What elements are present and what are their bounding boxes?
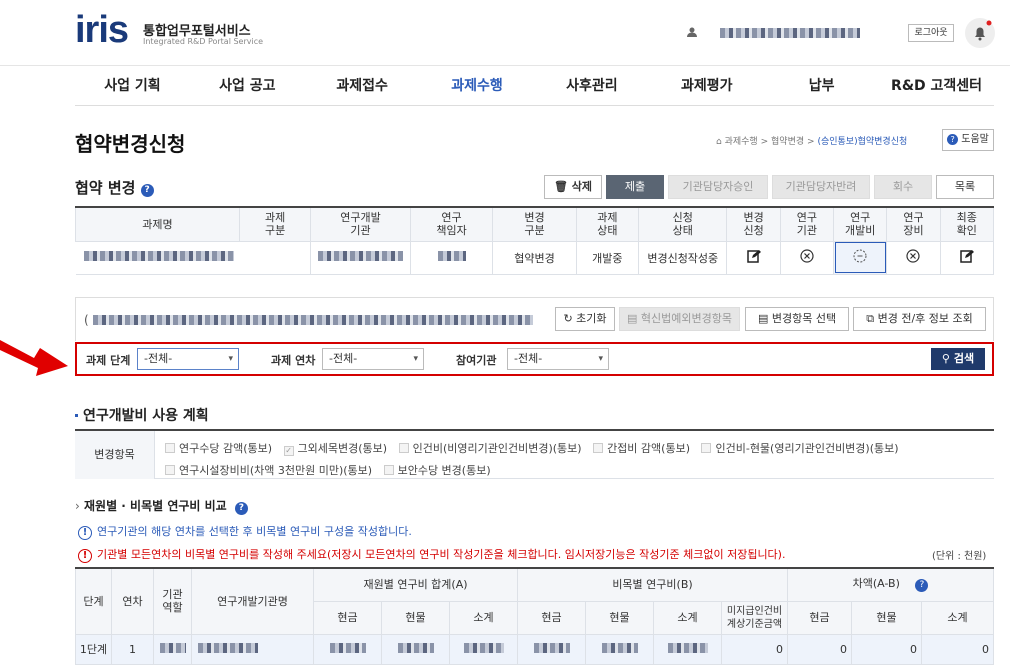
nav-item-notice[interactable]: 사업 공고: [190, 66, 305, 105]
help-icon: ?: [947, 134, 959, 145]
user-icon: [686, 26, 698, 38]
task-info-blurred: (: [84, 313, 533, 327]
checkbox-checked[interactable]: ✓ 그외세목변경(통보): [283, 442, 387, 456]
nav-item-plan[interactable]: 사업 기획: [75, 66, 190, 105]
delete-button[interactable]: 🗑 삭제: [544, 175, 602, 199]
unit-label: (단위 : 천원): [932, 551, 987, 562]
year-select[interactable]: -전체-: [322, 348, 424, 370]
home-icon[interactable]: ⌂: [716, 137, 722, 147]
list-button[interactable]: 목록: [936, 175, 994, 199]
submit-button[interactable]: 제출: [606, 175, 664, 199]
info-text-1: ! 연구기관의 해당 연차를 선택한 후 비목별 연구비 구성을 작성합니다.: [78, 523, 412, 540]
user-info-blurred: [720, 28, 860, 38]
checkbox[interactable]: 보안수당 변경(통보): [383, 464, 491, 477]
checkbox[interactable]: 인건비-현물(영리기관인건비변경)(통보): [701, 442, 899, 455]
checkbox[interactable]: 연구시설장비비(차액 3천만원 미만)(통보): [165, 464, 372, 477]
help-icon[interactable]: ?: [915, 579, 929, 593]
list-icon: ▤: [757, 312, 769, 325]
alert-icon: !: [78, 549, 92, 563]
copy-icon: ⧉: [866, 312, 875, 325]
logout-button[interactable]: 로그아웃: [908, 24, 954, 42]
table-row[interactable]: 1단계 1 0 0 0 0: [75, 633, 994, 665]
service-sub: Integrated R&D Portal Service: [143, 37, 264, 46]
info-icon: !: [78, 526, 92, 540]
innovation-change-button[interactable]: ▤ 혁신법예외변경항목: [619, 307, 740, 331]
stage-label: 과제 단계: [86, 354, 131, 367]
cancel-circle-icon[interactable]: [886, 240, 941, 275]
approve-button[interactable]: 기관담당자승인: [668, 175, 768, 199]
nav-item-receive[interactable]: 과제접수: [305, 66, 420, 105]
nav-item-payment[interactable]: 납부: [764, 66, 879, 105]
nav-item-execute[interactable]: 과제수행: [420, 66, 535, 105]
recall-button[interactable]: 회수: [874, 175, 932, 199]
compare-title: › 재원별 · 비목별 연구비 비교 ?: [75, 497, 248, 515]
edit-icon[interactable]: [939, 240, 995, 275]
reject-button[interactable]: 기관담당자반려: [772, 175, 870, 199]
reset-button[interactable]: ↻ 초기화: [555, 307, 615, 331]
checkbox[interactable]: 간접비 감액(통보): [593, 442, 690, 455]
minus-circle-icon[interactable]: [833, 240, 888, 275]
checkbox[interactable]: 인건비(비영리기관인건비변경)(통보): [398, 442, 582, 455]
change-items-row1: 연구수당 감액(통보) ✓ 그외세목변경(통보) 인건비(비영리기관인건비변경)(…: [165, 440, 899, 456]
list-icon: ▤: [627, 312, 638, 325]
refresh-icon: ↻: [563, 312, 573, 325]
bell-icon[interactable]: [965, 18, 995, 48]
nav-item-post[interactable]: 사후관리: [535, 66, 650, 105]
header: iris 통합업무포털서비스 Integrated R&D Portal Ser…: [0, 0, 1010, 66]
org-label: 참여기관: [456, 354, 497, 367]
cancel-circle-icon[interactable]: [779, 240, 835, 275]
search-icon: ⚲: [941, 352, 950, 365]
help-button[interactable]: ? 도움말: [942, 129, 994, 151]
breadcrumb: ⌂ 과제수행 > 협약변경 > (승인통보)협약변경신청: [716, 137, 908, 147]
table-row: 협약변경 개발중 변경신청작성중: [75, 240, 995, 275]
help-icon[interactable]: ?: [140, 184, 154, 197]
page-title: 협약변경신청: [75, 132, 186, 156]
change-items-label: 변경항목: [75, 431, 155, 479]
compare-info-button[interactable]: ⧉ 변경 전/후 정보 조회: [853, 307, 986, 331]
year-label: 과제 연차: [271, 354, 316, 367]
task-name-blurred: [75, 240, 312, 275]
search-button[interactable]: ⚲ 검색: [931, 348, 985, 370]
plan-title: 연구개발비 사용 계획: [75, 405, 209, 425]
help-icon[interactable]: ?: [234, 502, 248, 515]
edit-icon[interactable]: [726, 240, 781, 275]
select-item-button[interactable]: ▤ 변경항목 선택: [745, 307, 849, 331]
trash-icon: 🗑: [553, 180, 568, 193]
budget-compare-table: 단계 연차 기관 역할 연구개발기관명 재원별 연구비 합계(A) 비목별 연구…: [75, 567, 994, 665]
iris-logo[interactable]: iris: [75, 11, 129, 49]
task-table: 과제명 과제 구분 연구개발 기관 연구 책임자 변경 구분 과제 상태 신청 …: [75, 206, 995, 275]
checkbox[interactable]: 연구수당 감액(통보): [165, 442, 272, 455]
red-arrow-annotation: [0, 320, 70, 380]
org-select[interactable]: -전체-: [507, 348, 609, 370]
stage-select[interactable]: -전체-: [137, 348, 239, 370]
section-title: 협약 변경 ?: [75, 177, 154, 198]
change-items-row2: 연구시설장비비(차액 3천만원 미만)(통보) 보안수당 변경(통보): [165, 462, 491, 478]
info-text-2: ! 기관별 모든연차의 비목별 연구비를 작성해 주세요(저장시 모든연차의 연구…: [78, 546, 785, 563]
nav-item-support[interactable]: R&D 고객센터: [879, 66, 994, 105]
nav-item-eval[interactable]: 과제평가: [649, 66, 764, 105]
global-nav: 사업 기획 사업 공고 과제접수 과제수행 사후관리 과제평가 납부 R&D 고…: [75, 66, 994, 106]
